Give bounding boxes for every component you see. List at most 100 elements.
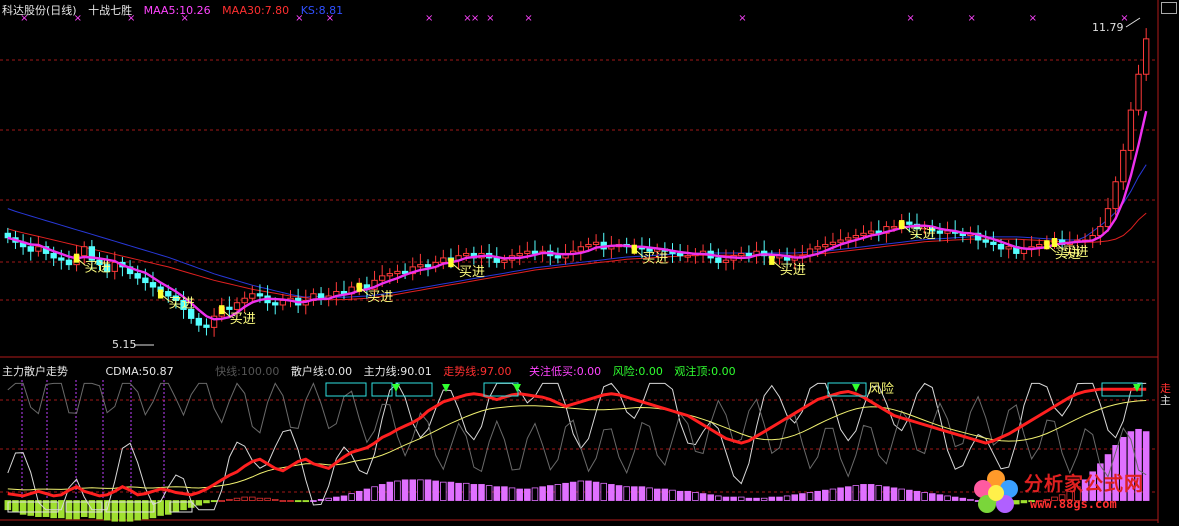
trend-line-readout: 走势线:97.00 bbox=[443, 365, 512, 378]
candle-body bbox=[936, 230, 944, 234]
indicator-bar bbox=[936, 494, 944, 501]
candle-body bbox=[81, 246, 88, 257]
indicator-bar bbox=[646, 487, 653, 501]
chart-canvas[interactable]: 买进买进买进买进买进买进买进买进买进买进× × × × × × × × × × × × × × × ×11.7… bbox=[0, 0, 1179, 523]
candle-body bbox=[1120, 149, 1127, 183]
indicator-bar bbox=[837, 487, 844, 501]
indicator-panel-header: 主力散户走势 CDMA:50.87 快线:100.00 散户线:0.00 主力线… bbox=[2, 363, 744, 379]
indicator-bar bbox=[241, 496, 248, 501]
indicator-bar bbox=[852, 485, 860, 501]
indicator-bar bbox=[569, 481, 577, 501]
indicator-bar bbox=[218, 500, 226, 502]
indicator-bar bbox=[417, 479, 424, 501]
candle-body bbox=[516, 252, 523, 257]
buy-marker bbox=[157, 289, 164, 299]
candle-body bbox=[317, 293, 325, 299]
candle-body bbox=[1036, 243, 1043, 248]
indicator-bar bbox=[890, 487, 898, 501]
watermark-url: www.88gs.com bbox=[1030, 497, 1117, 511]
indicator-bar bbox=[653, 488, 661, 501]
watch-buy-readout: 关注低买:0.00 bbox=[528, 365, 602, 378]
candle-body bbox=[501, 259, 508, 263]
indicator-bar bbox=[134, 500, 141, 521]
buy-label: 买进 bbox=[642, 252, 668, 267]
buy-marker bbox=[899, 220, 905, 230]
indicator-bar bbox=[394, 480, 401, 501]
indicator-bar bbox=[508, 487, 516, 501]
indicator-bar bbox=[829, 488, 837, 501]
candle-body bbox=[890, 226, 898, 229]
indicator-bar bbox=[50, 500, 57, 519]
candle-body bbox=[279, 299, 287, 306]
indicator-bar bbox=[501, 486, 508, 501]
indicator-bar bbox=[822, 489, 829, 501]
candle-body bbox=[676, 252, 684, 257]
indicator-bar bbox=[27, 500, 35, 516]
indicator-bar bbox=[256, 497, 264, 501]
top-x-marker: × bbox=[1029, 13, 1037, 24]
candle-body bbox=[814, 246, 821, 250]
top-x-marker: × bbox=[524, 13, 532, 24]
candle-body bbox=[837, 239, 844, 243]
candle-body bbox=[684, 255, 691, 258]
candle-body bbox=[997, 243, 1005, 250]
candle-body bbox=[226, 306, 233, 310]
indicator-bar bbox=[860, 484, 867, 501]
low-price-label: 5.15 bbox=[112, 338, 137, 351]
indicator-bar bbox=[294, 500, 302, 503]
maximize-box[interactable] bbox=[1161, 2, 1177, 14]
indicator-bar bbox=[608, 484, 615, 501]
indicator-bar bbox=[302, 500, 310, 503]
candle-body bbox=[1104, 208, 1112, 228]
indicator-bar bbox=[722, 496, 730, 501]
indicator-bar bbox=[363, 488, 371, 501]
indicator-bar bbox=[73, 500, 80, 520]
buy-marker bbox=[356, 282, 362, 292]
candle-body bbox=[852, 235, 860, 239]
indicator-bar bbox=[951, 496, 959, 501]
watch-top-readout: 观注顶:0.00 bbox=[674, 365, 736, 378]
buy-marker bbox=[73, 253, 80, 263]
indicator-bar bbox=[539, 486, 546, 501]
right-label-main: 主 bbox=[1160, 394, 1171, 407]
candle-body bbox=[493, 257, 500, 263]
indicator-title: 主力散户走势 bbox=[2, 365, 68, 378]
indicator-bar bbox=[554, 484, 562, 501]
ks-readout: KS:8.81 bbox=[300, 4, 344, 17]
indicator-bar bbox=[447, 481, 455, 501]
indicator-bar bbox=[531, 487, 539, 501]
indicator-bar bbox=[462, 482, 470, 501]
indicator-bar bbox=[844, 486, 852, 501]
indicator-bar bbox=[287, 500, 294, 502]
candle-body bbox=[822, 243, 829, 248]
indicator-bar bbox=[944, 495, 951, 501]
indicator-bar bbox=[111, 500, 119, 522]
indicator-bar bbox=[676, 490, 684, 501]
candle-body bbox=[554, 255, 562, 259]
watermark-title: 分析家公式网 bbox=[1024, 473, 1145, 495]
indicator-bar bbox=[455, 482, 462, 501]
flower-logo-icon bbox=[974, 470, 1018, 513]
candle-body bbox=[829, 241, 837, 245]
candle-body bbox=[4, 232, 11, 239]
indicator-bar bbox=[371, 486, 378, 501]
indicator-bar bbox=[768, 496, 776, 501]
indicator-bar bbox=[699, 493, 707, 501]
indicator-bar bbox=[149, 500, 157, 519]
top-x-marker: × bbox=[906, 13, 914, 24]
top-x-marker: × bbox=[425, 13, 433, 24]
indicator-bar bbox=[883, 486, 890, 501]
candle-body bbox=[906, 221, 913, 225]
indicator-bar bbox=[279, 500, 287, 502]
candle-body bbox=[386, 273, 393, 277]
indicator-bar bbox=[623, 486, 630, 501]
indicator-bar bbox=[378, 484, 386, 501]
indicator-bar bbox=[195, 500, 203, 506]
indicator-bar bbox=[631, 486, 638, 501]
top-x-marker: × bbox=[486, 13, 494, 24]
candle-body bbox=[149, 282, 157, 288]
indicator-bar bbox=[126, 500, 134, 522]
indicator-bar bbox=[516, 488, 523, 501]
candle-body bbox=[715, 257, 722, 263]
indicator-bar bbox=[737, 496, 745, 501]
